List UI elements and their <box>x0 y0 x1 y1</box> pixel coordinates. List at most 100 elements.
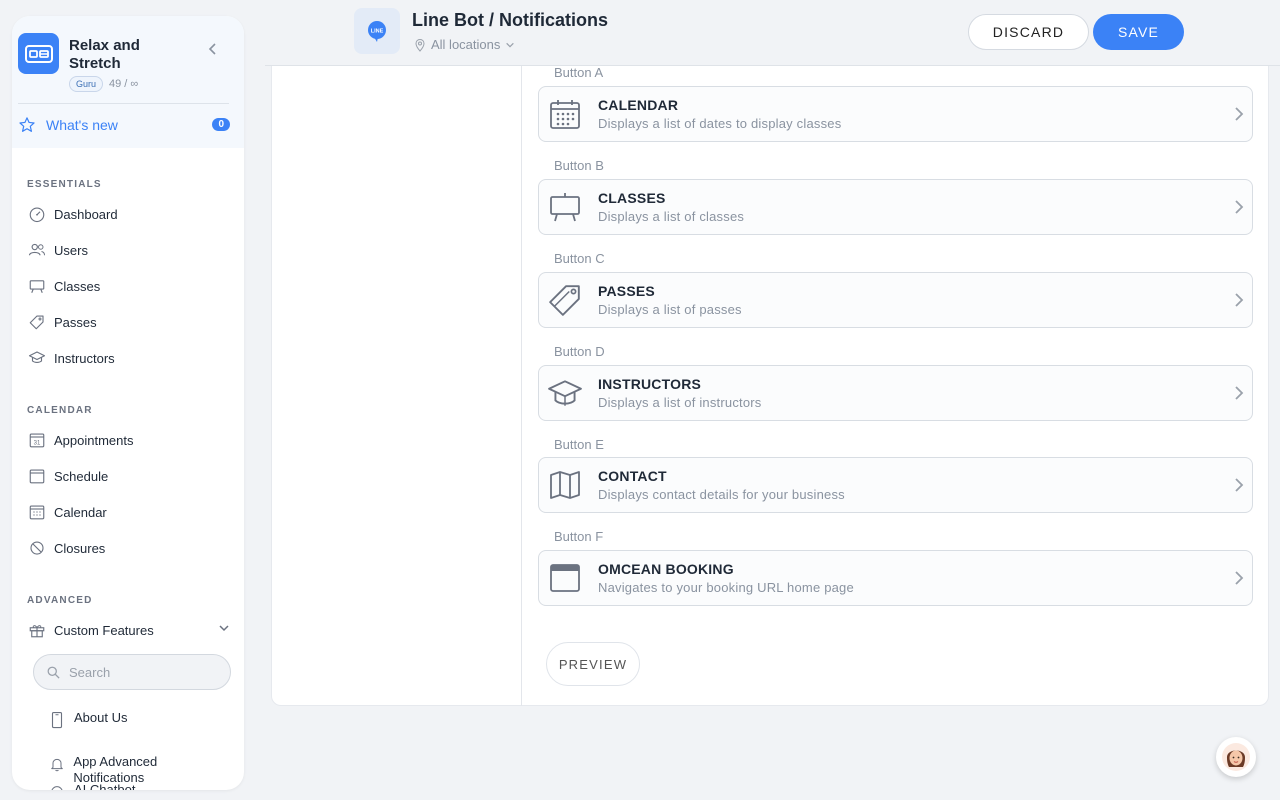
bot-button-description: Displays a list of passes <box>598 302 742 317</box>
bot-button-title: PASSES <box>598 283 655 299</box>
svg-text:31: 31 <box>34 441 41 447</box>
tag-icon <box>27 312 47 332</box>
bot-button-contact[interactable]: CONTACT Displays contact details for you… <box>538 457 1253 513</box>
bot-button-description: Displays a list of instructors <box>598 395 762 410</box>
chevron-right-icon <box>1234 199 1244 220</box>
bot-button-title: CALENDAR <box>598 97 679 113</box>
bot-button-omcean-booking[interactable]: OMCEAN BOOKING Navigates to your booking… <box>538 550 1253 606</box>
avatar-icon <box>1222 743 1250 771</box>
bot-button-passes[interactable]: PASSES Displays a list of passes <box>538 272 1253 328</box>
button-group-label: Button C <box>554 251 605 266</box>
bot-button-instructors[interactable]: INSTRUCTORS Displays a list of instructo… <box>538 365 1253 421</box>
dashboard-icon <box>27 204 47 224</box>
sidebar-item-label: Classes <box>54 278 101 294</box>
logo-icon <box>24 44 53 63</box>
chevron-right-icon <box>1234 106 1244 127</box>
star-icon <box>19 117 35 132</box>
discard-button[interactable]: DISCARD <box>968 14 1089 50</box>
sidebar-item-label: Schedule <box>54 468 109 484</box>
chevron-right-icon <box>1234 570 1244 591</box>
bot-button-description: Displays a list of dates to display clas… <box>598 116 842 131</box>
sidebar-item-label: Dashboard <box>54 206 118 222</box>
bell-icon <box>47 754 66 774</box>
whats-new-link[interactable]: What's new 0 <box>18 114 230 136</box>
section-title-advanced: ADVANCED <box>27 595 93 606</box>
brand-logo[interactable] <box>18 33 59 74</box>
easel-icon <box>548 190 582 224</box>
sidebar-item-passes[interactable]: Passes <box>27 310 232 334</box>
sidebar: Relax and Stretch Guru 49 / ∞ What's new… <box>12 16 244 790</box>
section-title-essentials: ESSENTIALS <box>27 179 102 190</box>
divider <box>18 103 229 104</box>
easel-icon <box>27 276 47 296</box>
tag-icon <box>548 283 582 317</box>
calendar-31-icon: 31 <box>27 430 47 450</box>
chevron-down-icon <box>218 622 230 637</box>
map-pin-icon <box>415 38 425 52</box>
brand-name: Relax and Stretch <box>69 37 140 72</box>
preview-button[interactable]: PREVIEW <box>546 642 640 686</box>
bot-button-classes[interactable]: CLASSES Displays a list of classes <box>538 179 1253 235</box>
sidebar-item-instructors[interactable]: Instructors <box>27 346 232 370</box>
sidebar-item-label: Calendar <box>54 504 107 520</box>
bot-button-description: Displays contact details for your busine… <box>598 487 845 502</box>
bot-button-description: Navigates to your booking URL home page <box>598 580 854 595</box>
line-chat-icon: LINE <box>368 21 386 42</box>
bot-button-title: CLASSES <box>598 190 666 206</box>
plan-count: 49 / ∞ <box>109 78 139 90</box>
sidebar-subitem-ai-chatbot[interactable]: AI Chatbot <box>47 782 227 790</box>
sidebar-item-label: Passes <box>54 314 97 330</box>
section-title-calendar: CALENDAR <box>27 405 93 416</box>
sidebar-item-closures[interactable]: Closures <box>27 536 232 560</box>
phone-icon <box>47 710 67 730</box>
svg-text:LINE: LINE <box>371 29 384 35</box>
sidebar-item-custom-features[interactable]: Custom Features <box>27 618 232 642</box>
plan-row: Guru 49 / ∞ <box>69 76 138 92</box>
button-group-label: Button E <box>554 437 604 452</box>
sidebar-search <box>33 654 231 690</box>
chevron-right-icon <box>1234 292 1244 313</box>
chat-icon <box>47 782 67 790</box>
browser-window-icon <box>548 561 582 595</box>
search-input[interactable] <box>69 664 219 680</box>
sidebar-item-appointments[interactable]: 31 Appointments <box>27 428 232 452</box>
sidebar-item-label: Closures <box>54 540 106 556</box>
sidebar-item-classes[interactable]: Classes <box>27 274 232 298</box>
location-selector[interactable]: All locations <box>414 37 515 52</box>
save-button[interactable]: SAVE <box>1093 14 1184 50</box>
bot-button-description: Displays a list of classes <box>598 209 745 224</box>
sidebar-subitem-label: AI Chatbot <box>74 782 136 790</box>
gift-icon <box>27 620 47 640</box>
whats-new-label: What's new <box>46 117 118 133</box>
chevron-right-icon <box>1234 385 1244 406</box>
sidebar-item-dashboard[interactable]: Dashboard <box>27 202 232 226</box>
sidebar-item-label: Users <box>54 242 88 258</box>
collapse-sidebar-button[interactable] <box>204 40 222 58</box>
button-group-label: Button B <box>554 158 604 173</box>
calendar-grid-icon <box>548 97 582 131</box>
sidebar-item-label: Custom Features <box>54 622 154 638</box>
calendar-grid-icon <box>27 502 47 522</box>
sidebar-item-users[interactable]: Users <box>27 238 232 262</box>
sidebar-item-label: Appointments <box>54 432 134 448</box>
button-group-label: Button D <box>554 344 605 359</box>
button-group-label: Button A <box>554 65 604 80</box>
sidebar-item-calendar[interactable]: Calendar <box>27 500 232 524</box>
search-icon <box>47 666 60 679</box>
line-app-icon: LINE <box>354 8 400 54</box>
plan-badge: Guru <box>69 76 104 92</box>
ban-icon <box>27 538 47 558</box>
location-label: All locations <box>431 37 501 52</box>
bot-button-calendar[interactable]: CALENDAR Displays a list of dates to dis… <box>538 86 1253 142</box>
graduation-cap-icon <box>27 348 47 368</box>
button-group-label: Button F <box>554 529 604 544</box>
whats-new-count-badge: 0 <box>212 118 230 131</box>
graduation-cap-icon <box>548 376 582 410</box>
sidebar-item-label: Instructors <box>54 350 115 366</box>
chevron-left-icon <box>208 43 216 55</box>
sidebar-item-schedule[interactable]: Schedule <box>27 464 232 488</box>
sidebar-subitem-about-us[interactable]: About Us <box>47 710 227 730</box>
map-icon <box>548 468 582 502</box>
support-chat-button[interactable] <box>1216 737 1256 777</box>
column-divider <box>521 66 522 706</box>
